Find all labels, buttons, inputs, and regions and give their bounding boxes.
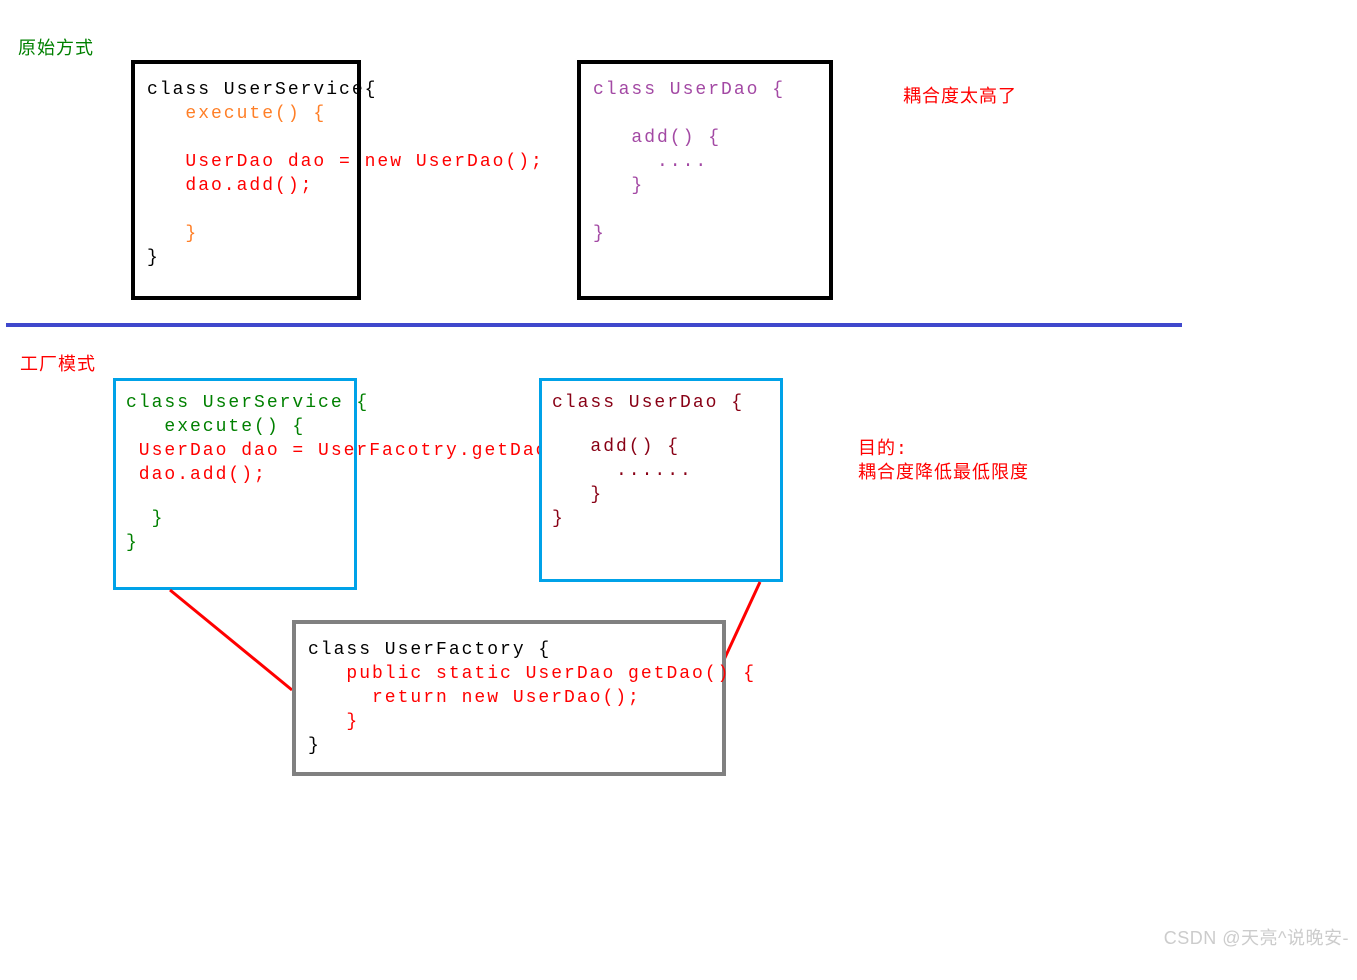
code-line: UserDao dao = UserFacotry.getDao(); [126,439,344,463]
code-line: dao.add(); [147,174,345,198]
section1-heading: 原始方式 [18,34,94,60]
code-line: } [593,174,817,198]
code-line: class UserDao { [593,78,817,102]
code-line: add() { [552,435,770,459]
code-line: } [126,507,344,531]
code-line: add() { [593,126,817,150]
section2-box-userservice: class UserService { execute() { UserDao … [113,378,357,590]
code-line: return new UserDao(); [308,686,710,710]
code-line: ...... [552,459,770,483]
code-line: } [126,531,344,555]
code-line: class UserService { [126,391,344,415]
section1-comment: 耦合度太高了 [903,82,1017,108]
code-line: UserDao dao = new UserDao(); [147,150,345,174]
section1-box-userservice: class UserService{ execute() { UserDao d… [131,60,361,300]
section2-box-userdao: class UserDao { add() { ...... } } [539,378,783,582]
section2-heading: 工厂模式 [20,350,96,376]
code-line: } [552,507,770,531]
section2-comment-line1: 目的: [858,434,908,460]
code-line: dao.add(); [126,463,344,487]
code-line: class UserDao { [552,391,770,415]
code-line: execute() { [147,102,345,126]
code-line: } [308,734,710,758]
section-divider [6,323,1182,327]
code-line: } [593,222,817,246]
code-line: } [147,222,345,246]
section1-box-userdao: class UserDao { add() { .... } } [577,60,833,300]
watermark: CSDN @天亮^说晚安- [1164,924,1349,950]
code-line: class UserFactory { [308,638,710,662]
code-line: } [147,246,345,270]
code-line: execute() { [126,415,344,439]
code-line: } [308,710,710,734]
code-line: } [552,483,770,507]
section2-comment-line2: 耦合度降低最低限度 [858,458,1029,484]
code-line: .... [593,150,817,174]
section2-box-userfactory: class UserFactory { public static UserDa… [292,620,726,776]
code-line: public static UserDao getDao() { [308,662,710,686]
code-line: class UserService{ [147,78,345,102]
